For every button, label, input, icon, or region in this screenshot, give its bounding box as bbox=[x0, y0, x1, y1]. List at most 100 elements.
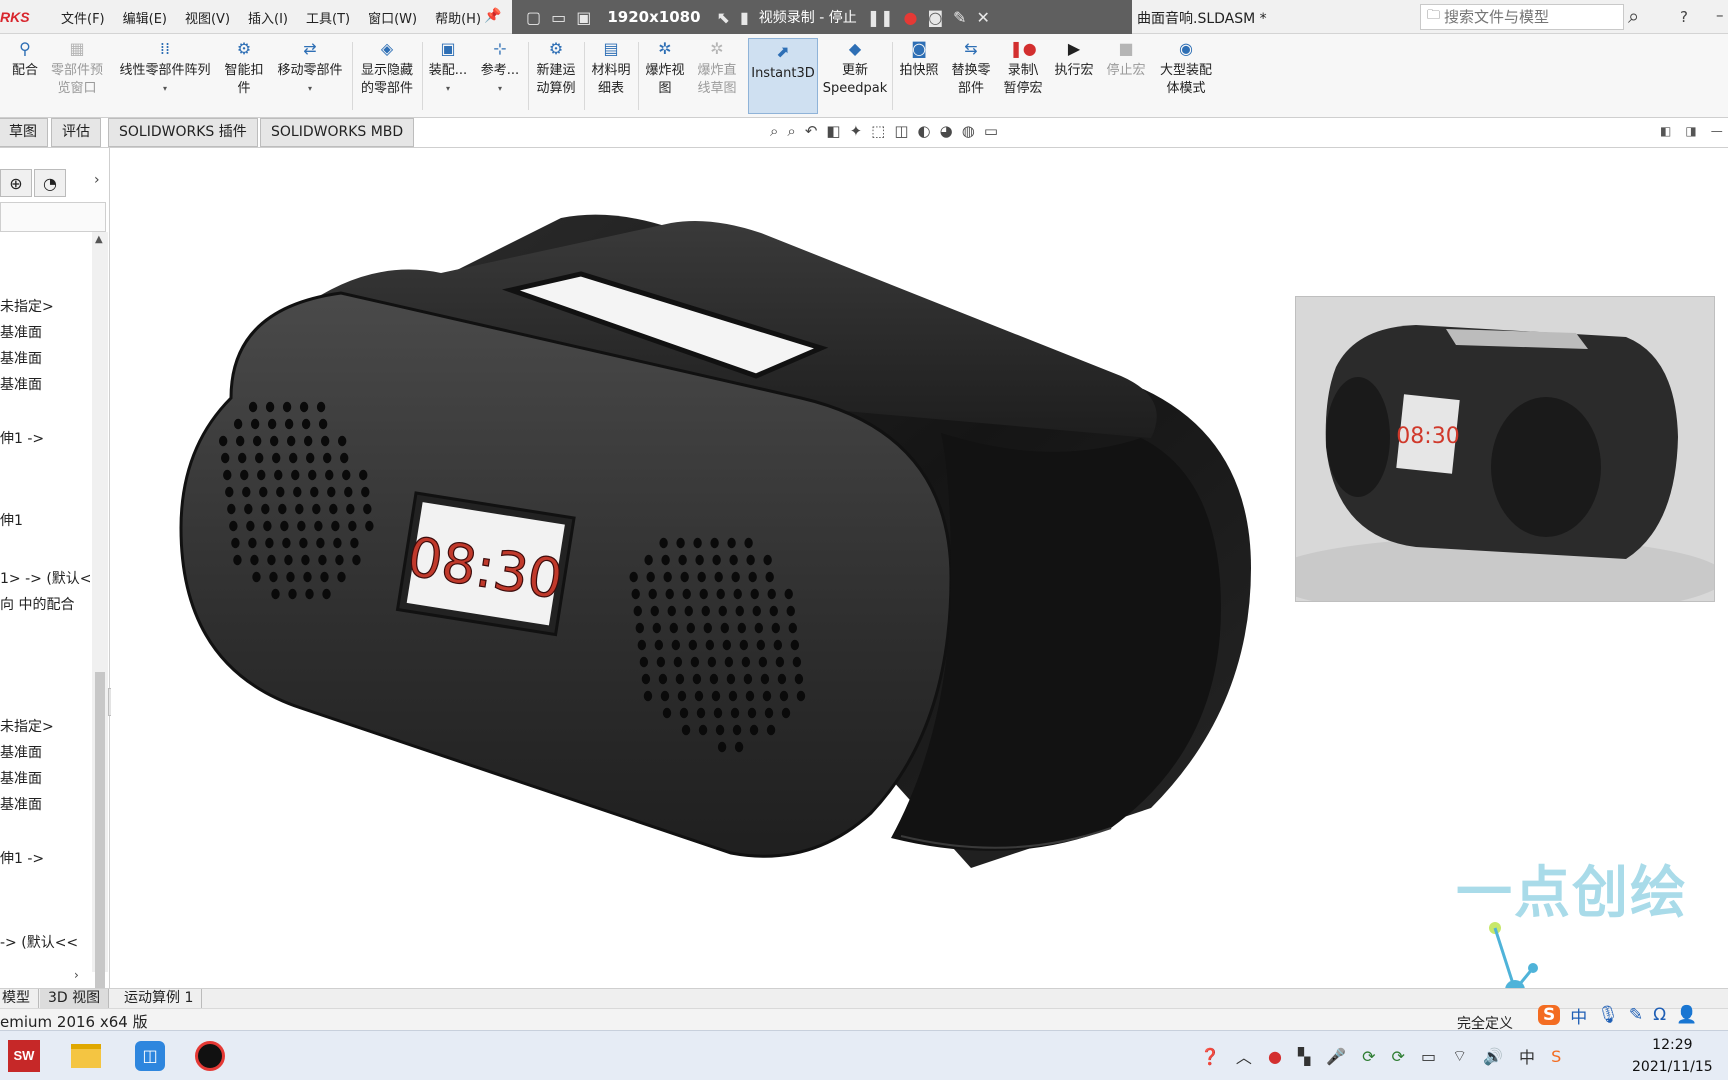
menu-edit[interactable]: 编辑(E) bbox=[114, 8, 176, 27]
stop-macro-button[interactable]: ■ 停止宏 bbox=[1102, 38, 1150, 80]
taskbar-file-explorer-icon[interactable] bbox=[66, 1037, 106, 1075]
tab-solidworks-mbd[interactable]: SOLIDWORKS MBD bbox=[260, 118, 415, 147]
tree-item[interactable]: 未指定> bbox=[0, 716, 54, 736]
apply-scene-icon[interactable]: ◍ bbox=[962, 122, 975, 140]
explode-line-sketch-button[interactable]: ✲ 爆炸直 线草图 bbox=[694, 38, 740, 98]
view-settings-icon[interactable]: ▭ bbox=[984, 122, 998, 140]
record-dot-icon[interactable]: ● bbox=[904, 8, 918, 27]
tree-item[interactable]: 未指定> bbox=[0, 296, 54, 316]
tree-item[interactable]: 基准面 bbox=[0, 374, 42, 394]
new-document-icon[interactable]: ▢ bbox=[526, 8, 541, 27]
pin-menu-icon[interactable]: 📌 bbox=[484, 8, 501, 24]
scroll-up-icon[interactable]: ▲ bbox=[95, 234, 103, 245]
scroll-right-icon[interactable]: › bbox=[74, 968, 79, 982]
bookmark-tray-icon[interactable]: ▚ bbox=[1298, 1047, 1310, 1066]
microphone-icon[interactable]: 🎙 bbox=[1597, 1005, 1619, 1025]
menu-tools[interactable]: 工具(T) bbox=[297, 8, 359, 27]
mic-tray-icon[interactable]: 🎤 bbox=[1326, 1047, 1346, 1066]
graphics-viewport[interactable]: 08:30 08:30 一点创绘 bbox=[111, 148, 1728, 1016]
chevron-up-icon[interactable]: ︿ bbox=[1236, 1044, 1252, 1068]
sync2-tray-icon[interactable]: ⟳ bbox=[1392, 1047, 1405, 1066]
tree-item[interactable]: 基准面 bbox=[0, 794, 42, 814]
tab-evaluate[interactable]: 评估 bbox=[51, 118, 101, 147]
pen-icon[interactable]: ✎ bbox=[953, 8, 966, 27]
search-box[interactable]: 🗀 bbox=[1420, 4, 1624, 30]
component-preview-button[interactable]: ▦ 零部件预 览窗口 bbox=[46, 38, 108, 98]
search-icon[interactable]: ⌕ bbox=[1628, 4, 1639, 28]
chevron-right-icon[interactable]: › bbox=[94, 172, 100, 188]
tab-3d-view[interactable]: 3D 视图 bbox=[40, 989, 110, 1009]
previous-view-icon[interactable]: ↶ bbox=[805, 122, 818, 140]
ime-tray-icon[interactable]: 中 bbox=[1519, 1044, 1535, 1068]
bill-of-materials-button[interactable]: ▤ 材料明 细表 bbox=[588, 38, 634, 98]
linear-pattern-button[interactable]: ⁞⁞ 线性零部件阵列 ▾ bbox=[114, 38, 216, 98]
taskbar-app-blue-icon[interactable]: ◫ bbox=[130, 1037, 170, 1075]
smart-fastener-button[interactable]: ⚙ 智能扣 件 bbox=[220, 38, 268, 98]
record-tray-icon[interactable]: ● bbox=[1268, 1047, 1282, 1066]
display-manager-tab-icon[interactable]: ◔ bbox=[34, 169, 66, 197]
tree-item[interactable]: 1> -> (默认< bbox=[0, 568, 92, 588]
camera-icon[interactable]: ◙ bbox=[928, 8, 944, 27]
record-pause-macro-button[interactable]: ❚● 录制\ 暂停宏 bbox=[998, 38, 1048, 98]
tree-item[interactable]: 伸1 -> bbox=[0, 848, 44, 868]
snapshot-button[interactable]: ◙ 拍快照 bbox=[896, 38, 942, 80]
tab-model[interactable]: 模型 bbox=[0, 989, 39, 1009]
split-pane-icon[interactable]: ◨ bbox=[1685, 124, 1696, 138]
tree-scrollbar[interactable]: ▲ bbox=[92, 232, 108, 1002]
chevron-down-icon[interactable]: ▾ bbox=[308, 80, 312, 98]
chevron-down-icon[interactable]: ▾ bbox=[446, 80, 450, 98]
menu-window[interactable]: 窗口(W) bbox=[359, 8, 426, 27]
chevron-down-icon[interactable]: ▾ bbox=[498, 80, 502, 98]
taskbar-recorder-icon[interactable] bbox=[190, 1037, 230, 1075]
menu-help[interactable]: 帮助(H) bbox=[426, 8, 490, 27]
mate-button[interactable]: ⚲ 配合 bbox=[8, 38, 42, 80]
sogou-tray-icon[interactable]: S bbox=[1551, 1047, 1561, 1066]
menu-view[interactable]: 视图(V) bbox=[176, 8, 239, 27]
user-icon[interactable]: 👤 bbox=[1676, 1005, 1697, 1025]
minimize-pane-icon[interactable]: — bbox=[1711, 124, 1723, 138]
assembly-feature-button[interactable]: ▣ 装配... ▾ bbox=[426, 38, 470, 98]
tree-item[interactable]: 伸1 bbox=[0, 510, 23, 530]
handwrite-icon[interactable]: ✎ bbox=[1629, 1005, 1643, 1025]
tab-motion-study[interactable]: 运动算例 1 bbox=[116, 989, 203, 1009]
replace-component-button[interactable]: ⇆ 替换零 部件 bbox=[946, 38, 996, 98]
zoom-to-fit-icon[interactable]: ⌕ bbox=[770, 122, 778, 140]
section-view-icon[interactable]: ◧ bbox=[826, 122, 840, 140]
display-style-icon[interactable]: ◫ bbox=[894, 122, 908, 140]
show-hidden-button[interactable]: ◈ 显示隐藏 的零部件 bbox=[356, 38, 418, 98]
run-macro-button[interactable]: ▶ 执行宏 bbox=[1050, 38, 1098, 80]
view-orientation-icon[interactable]: ⬚ bbox=[871, 122, 885, 140]
move-component-button[interactable]: ⇄ 移动零部件 ▾ bbox=[272, 38, 348, 98]
help-tray-icon[interactable]: ❓ bbox=[1200, 1047, 1220, 1066]
tab-solidworks-addins[interactable]: SOLIDWORKS 插件 bbox=[108, 118, 258, 147]
tree-item[interactable]: 伸1 -> bbox=[0, 428, 44, 448]
volume-icon[interactable]: 🔊 bbox=[1483, 1047, 1503, 1066]
menu-insert[interactable]: 插入(I) bbox=[239, 8, 297, 27]
pause-icon[interactable]: ❚❚ bbox=[867, 8, 894, 27]
exploded-view-button[interactable]: ✲ 爆炸视 图 bbox=[642, 38, 688, 98]
wifi-icon[interactable]: ⌔ bbox=[1452, 1046, 1467, 1066]
menu-file[interactable]: 文件(F) bbox=[52, 8, 114, 27]
taskbar-clock[interactable]: 12:29 2021/11/15 bbox=[1632, 1034, 1713, 1078]
tree-item[interactable]: -> (默认<< bbox=[0, 932, 78, 952]
help-icon[interactable]: ? bbox=[1680, 8, 1688, 26]
taskbar-solidworks-icon[interactable]: SW bbox=[4, 1037, 44, 1075]
battery-tray-icon[interactable]: ▭ bbox=[1421, 1047, 1436, 1066]
scrollbar-thumb[interactable] bbox=[95, 672, 105, 1002]
zoom-to-area-icon[interactable]: ⌕ bbox=[787, 122, 795, 140]
close-recorder-icon[interactable]: ✕ bbox=[976, 8, 989, 27]
new-motion-study-button[interactable]: ⚙ 新建运 动算例 bbox=[532, 38, 580, 98]
tree-item[interactable]: 基准面 bbox=[0, 348, 42, 368]
sogou-ime-icon[interactable]: S bbox=[1538, 1005, 1561, 1025]
tree-item[interactable]: 基准面 bbox=[0, 742, 42, 762]
tab-sketch[interactable]: 草图 bbox=[0, 118, 48, 147]
configuration-tab-icon[interactable]: ⊕ bbox=[0, 169, 32, 197]
open-folder-icon[interactable]: ▭ bbox=[551, 8, 566, 27]
tree-item[interactable]: 基准面 bbox=[0, 322, 42, 342]
large-assembly-mode-button[interactable]: ◉ 大型装配 体模式 bbox=[1154, 38, 1218, 98]
symbol-icon[interactable]: Ω bbox=[1653, 1005, 1666, 1025]
reference-geometry-button[interactable]: ⊹ 参考... ▾ bbox=[478, 38, 522, 98]
minimize-icon[interactable]: – bbox=[1716, 6, 1724, 24]
restore-pane-icon[interactable]: ◧ bbox=[1660, 124, 1671, 138]
ime-mode[interactable]: 中 bbox=[1570, 1003, 1587, 1028]
